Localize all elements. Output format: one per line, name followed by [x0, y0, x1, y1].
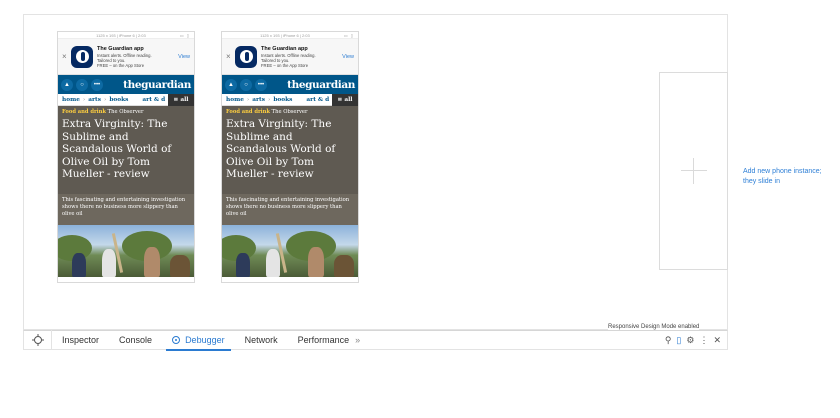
add-phone-note: Add new phone instance; they slide in — [743, 168, 822, 185]
debugger-icon — [172, 336, 181, 344]
status-icons: ▭ ▯ — [343, 32, 354, 38]
banner-title: The Guardian app — [97, 45, 144, 52]
article-headline: Extra Virginity: The Sublime and Scandal… — [62, 118, 172, 180]
article-photo — [222, 225, 358, 277]
app-store-banner[interactable]: × The Guardian app Instant alerts. Offli… — [58, 39, 194, 75]
more-icon[interactable]: ••• — [255, 78, 267, 91]
menu-all-button[interactable]: ≡ all — [168, 94, 194, 106]
add-phone-instance-button[interactable] — [659, 72, 728, 270]
article-headline: Extra Virginity: The Sublime and Scandal… — [226, 118, 336, 180]
more-tabs-chevron-icon[interactable]: » — [355, 335, 360, 345]
banner-close-icon[interactable]: × — [226, 52, 235, 61]
tab-network[interactable]: Network — [235, 330, 288, 350]
rdm-viewport-area: 1125 x 193 | iPhone 6 | 2:03 ▭ ▯ × The G… — [23, 14, 728, 330]
site-logo[interactable]: theguardian — [106, 79, 191, 91]
status-dims: 1125 x 193 | iPhone 6 | 2:03 — [96, 32, 146, 38]
nav-art-design[interactable]: art & d — [306, 97, 329, 103]
tab-console[interactable]: Console — [109, 330, 162, 350]
gear-icon[interactable]: ⚙ — [686, 335, 694, 346]
element-picker-button[interactable] — [24, 330, 52, 350]
article-hero: Food and drink The Observer Extra Virgin… — [222, 106, 358, 194]
section-nav: home › arts › books art & d ≡ all — [58, 94, 194, 106]
article-hero: Food and drink The Observer Extra Virgin… — [58, 106, 194, 194]
account-icon[interactable]: ▲ — [225, 78, 237, 91]
nav-home[interactable]: home — [62, 97, 80, 103]
banner-close-icon[interactable]: × — [62, 52, 71, 61]
site-header: ▲ ○ ••• theguardian — [222, 75, 358, 94]
banner-line: FREE – on the App Store — [261, 62, 309, 68]
toolbar-right-controls: ⚲ ▯ ⚙ ⋮ ✕ — [660, 335, 727, 346]
guardian-app-icon — [235, 45, 257, 68]
kicker-source: The Observer — [107, 109, 144, 115]
nav-books[interactable]: books — [109, 97, 128, 103]
article-photo — [58, 225, 194, 277]
phone-instance[interactable]: 1125 x 193 | iPhone 6 | 2:03 ▭ ▯ × The G… — [57, 31, 195, 283]
article-standfirst: This fascinating and entertaining invest… — [58, 194, 194, 225]
nav-arts[interactable]: arts — [252, 97, 265, 103]
article-kicker: Food and drink The Observer — [226, 109, 354, 115]
more-icon[interactable]: ••• — [91, 78, 103, 91]
banner-line: FREE – on the App Store — [97, 62, 145, 68]
tab-performance[interactable]: Performance — [288, 330, 354, 350]
kicker-section[interactable]: Food and drink — [62, 109, 106, 115]
guardian-app-icon — [71, 45, 93, 68]
device-status-bar: 1125 x 193 | iPhone 6 | 2:03 ▭ ▯ — [222, 32, 358, 39]
site-header: ▲ ○ ••• theguardian — [58, 75, 194, 94]
account-icon[interactable]: ▲ — [61, 78, 73, 91]
banner-text: The Guardian app Instant alerts. Offline… — [97, 46, 178, 68]
close-icon[interactable]: ✕ — [713, 335, 721, 346]
tab-inspector[interactable]: Inspector — [52, 330, 109, 350]
tab-debugger-label: Debugger — [185, 335, 225, 345]
devtools-toolbar: Inspector Console Debugger Network Perfo… — [23, 330, 728, 351]
kicker-section[interactable]: Food and drink — [226, 109, 270, 115]
search-icon[interactable]: ○ — [76, 78, 88, 91]
phone-instance[interactable]: 1125 x 193 | iPhone 6 | 2:03 ▭ ▯ × The G… — [221, 31, 359, 283]
article-standfirst: This fascinating and entertaining invest… — [222, 194, 358, 225]
section-nav: home › arts › books art & d ≡ all — [222, 94, 358, 106]
nav-arts[interactable]: arts — [88, 97, 101, 103]
app-store-banner[interactable]: × The Guardian app Instant alerts. Offli… — [222, 39, 358, 75]
status-dims: 1125 x 193 | iPhone 6 | 2:03 — [260, 32, 310, 38]
more-vertical-icon[interactable]: ⋮ — [699, 335, 708, 346]
picker-icon — [31, 334, 44, 346]
nav-home[interactable]: home — [226, 97, 244, 103]
banner-text: The Guardian app Instant alerts. Offline… — [261, 46, 342, 68]
kicker-source: The Observer — [271, 109, 308, 115]
search-icon[interactable]: ⚲ — [665, 335, 672, 346]
banner-title: The Guardian app — [261, 45, 308, 52]
device-status-bar: 1125 x 193 | iPhone 6 | 2:03 ▭ ▯ — [58, 32, 194, 39]
site-logo[interactable]: theguardian — [270, 79, 355, 91]
phone-icon[interactable]: ▯ — [676, 335, 681, 346]
tab-debugger[interactable]: Debugger — [162, 330, 235, 351]
nav-art-design[interactable]: art & d — [142, 97, 165, 103]
nav-books[interactable]: books — [273, 97, 292, 103]
article-kicker: Food and drink The Observer — [62, 109, 190, 115]
banner-view-link[interactable]: View — [178, 54, 190, 60]
search-icon[interactable]: ○ — [240, 78, 252, 91]
status-icons: ▭ ▯ — [179, 32, 190, 38]
menu-all-button[interactable]: ≡ all — [332, 94, 358, 106]
banner-view-link[interactable]: View — [342, 54, 354, 60]
plus-icon — [680, 158, 707, 184]
